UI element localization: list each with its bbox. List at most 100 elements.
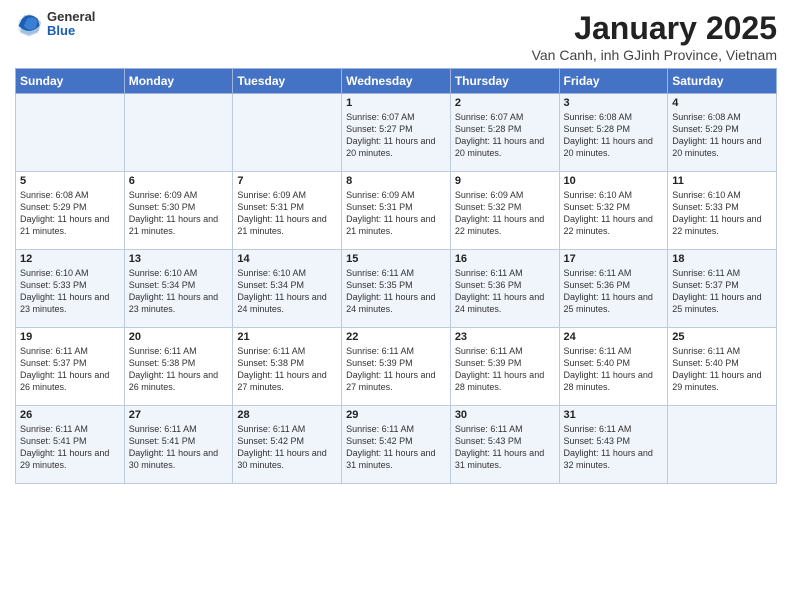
calendar-cell: 8 Sunrise: 6:09 AM Sunset: 5:31 PM Daylig…: [342, 172, 451, 250]
day-number: 13: [129, 253, 229, 265]
col-header-tuesday: Tuesday: [233, 69, 342, 94]
calendar-cell: 22 Sunrise: 6:11 AM Sunset: 5:39 PM Dayli…: [342, 328, 451, 406]
calendar-cell: 19 Sunrise: 6:11 AM Sunset: 5:37 PM Dayli…: [16, 328, 125, 406]
calendar-cell: 5Sunrise: 6:08 AM Sunset: 5:29 PM Daylig…: [16, 172, 125, 250]
day-number: 17: [564, 253, 664, 265]
day-info: Sunrise: 6:11 AM Sunset: 5:35 PM Dayligh…: [346, 267, 446, 316]
day-info: Sunrise: 6:09 AM Sunset: 5:32 PM Dayligh…: [455, 189, 555, 238]
day-number: 22: [346, 331, 446, 343]
calendar-cell: 21 Sunrise: 6:11 AM Sunset: 5:38 PM Dayli…: [233, 328, 342, 406]
calendar-cell: 9Sunrise: 6:09 AM Sunset: 5:32 PM Daylig…: [450, 172, 559, 250]
col-header-wednesday: Wednesday: [342, 69, 451, 94]
day-info: Sunrise: 6:11 AM Sunset: 5:42 PM Dayligh…: [346, 423, 446, 472]
day-info: Sunrise: 6:08 AM Sunset: 5:28 PM Dayligh…: [564, 111, 664, 160]
day-info: Sunrise: 6:09 AM Sunset: 5:31 PM Dayligh…: [237, 189, 337, 238]
day-info: Sunrise: 6:11 AM Sunset: 5:37 PM Dayligh…: [672, 267, 772, 316]
month-title: January 2025: [532, 10, 777, 47]
day-number: 16: [455, 253, 555, 265]
day-number: 21: [237, 331, 337, 343]
logo-blue: Blue: [47, 24, 95, 38]
calendar-cell: [124, 94, 233, 172]
week-row-0: 1Sunrise: 6:07 AM Sunset: 5:27 PM Daylig…: [16, 94, 777, 172]
logo-icon: [15, 10, 43, 38]
day-number: 14: [237, 253, 337, 265]
calendar-cell: 4Sunrise: 6:08 AM Sunset: 5:29 PM Daylig…: [668, 94, 777, 172]
calendar-cell: [233, 94, 342, 172]
day-number: 28: [237, 409, 337, 421]
week-row-1: 5Sunrise: 6:08 AM Sunset: 5:29 PM Daylig…: [16, 172, 777, 250]
calendar-cell: 26Sunrise: 6:11 AM Sunset: 5:41 PM Dayli…: [16, 406, 125, 484]
day-number: 18: [672, 253, 772, 265]
calendar-cell: 7 Sunrise: 6:09 AM Sunset: 5:31 PM Daylig…: [233, 172, 342, 250]
calendar-cell: 18 Sunrise: 6:11 AM Sunset: 5:37 PM Dayli…: [668, 250, 777, 328]
calendar-cell: 17Sunrise: 6:11 AM Sunset: 5:36 PM Dayli…: [559, 250, 668, 328]
calendar-cell: 11 Sunrise: 6:10 AM Sunset: 5:33 PM Dayli…: [668, 172, 777, 250]
calendar-table: SundayMondayTuesdayWednesdayThursdayFrid…: [15, 68, 777, 484]
col-header-monday: Monday: [124, 69, 233, 94]
day-number: 19: [20, 331, 120, 343]
header-row: SundayMondayTuesdayWednesdayThursdayFrid…: [16, 69, 777, 94]
day-number: 23: [455, 331, 555, 343]
calendar-cell: [668, 406, 777, 484]
calendar-cell: [16, 94, 125, 172]
week-row-3: 19 Sunrise: 6:11 AM Sunset: 5:37 PM Dayli…: [16, 328, 777, 406]
day-number: 11: [672, 175, 772, 187]
calendar-cell: 30 Sunrise: 6:11 AM Sunset: 5:43 PM Dayli…: [450, 406, 559, 484]
day-number: 2: [455, 97, 555, 109]
calendar-cell: 3 Sunrise: 6:08 AM Sunset: 5:28 PM Daylig…: [559, 94, 668, 172]
day-number: 3: [564, 97, 664, 109]
day-info: Sunrise: 6:10 AM Sunset: 5:34 PM Dayligh…: [129, 267, 229, 316]
day-number: 25: [672, 331, 772, 343]
day-info: Sunrise: 6:11 AM Sunset: 5:36 PM Dayligh…: [455, 267, 555, 316]
logo: General Blue: [15, 10, 95, 39]
day-info: Sunrise: 6:11 AM Sunset: 5:39 PM Dayligh…: [346, 345, 446, 394]
day-number: 27: [129, 409, 229, 421]
calendar-cell: 31Sunrise: 6:11 AM Sunset: 5:43 PM Dayli…: [559, 406, 668, 484]
day-info: Sunrise: 6:11 AM Sunset: 5:41 PM Dayligh…: [20, 423, 120, 472]
col-header-saturday: Saturday: [668, 69, 777, 94]
title-block: January 2025 Van Canh, inh GJinh Provinc…: [532, 10, 777, 63]
day-number: 24: [564, 331, 664, 343]
day-info: Sunrise: 6:08 AM Sunset: 5:29 PM Dayligh…: [20, 189, 120, 238]
day-info: Sunrise: 6:11 AM Sunset: 5:43 PM Dayligh…: [455, 423, 555, 472]
day-info: Sunrise: 6:11 AM Sunset: 5:38 PM Dayligh…: [129, 345, 229, 394]
calendar-cell: 29 Sunrise: 6:11 AM Sunset: 5:42 PM Dayli…: [342, 406, 451, 484]
day-info: Sunrise: 6:11 AM Sunset: 5:40 PM Dayligh…: [564, 345, 664, 394]
page-container: General Blue January 2025 Van Canh, inh …: [0, 0, 792, 494]
day-number: 8: [346, 175, 446, 187]
day-number: 4: [672, 97, 772, 109]
calendar-cell: 12Sunrise: 6:10 AM Sunset: 5:33 PM Dayli…: [16, 250, 125, 328]
day-info: Sunrise: 6:07 AM Sunset: 5:28 PM Dayligh…: [455, 111, 555, 160]
calendar-cell: 14Sunrise: 6:10 AM Sunset: 5:34 PM Dayli…: [233, 250, 342, 328]
day-number: 6: [129, 175, 229, 187]
logo-general: General: [47, 10, 95, 24]
day-info: Sunrise: 6:11 AM Sunset: 5:37 PM Dayligh…: [20, 345, 120, 394]
day-info: Sunrise: 6:10 AM Sunset: 5:33 PM Dayligh…: [672, 189, 772, 238]
week-row-2: 12Sunrise: 6:10 AM Sunset: 5:33 PM Dayli…: [16, 250, 777, 328]
day-info: Sunrise: 6:11 AM Sunset: 5:40 PM Dayligh…: [672, 345, 772, 394]
calendar-cell: 1Sunrise: 6:07 AM Sunset: 5:27 PM Daylig…: [342, 94, 451, 172]
col-header-sunday: Sunday: [16, 69, 125, 94]
calendar-cell: 20 Sunrise: 6:11 AM Sunset: 5:38 PM Dayli…: [124, 328, 233, 406]
day-number: 29: [346, 409, 446, 421]
calendar-cell: 2 Sunrise: 6:07 AM Sunset: 5:28 PM Daylig…: [450, 94, 559, 172]
week-row-4: 26Sunrise: 6:11 AM Sunset: 5:41 PM Dayli…: [16, 406, 777, 484]
header: General Blue January 2025 Van Canh, inh …: [15, 10, 777, 63]
day-info: Sunrise: 6:09 AM Sunset: 5:31 PM Dayligh…: [346, 189, 446, 238]
day-info: Sunrise: 6:11 AM Sunset: 5:41 PM Dayligh…: [129, 423, 229, 472]
calendar-cell: 15 Sunrise: 6:11 AM Sunset: 5:35 PM Dayli…: [342, 250, 451, 328]
day-number: 7: [237, 175, 337, 187]
calendar-cell: 16 Sunrise: 6:11 AM Sunset: 5:36 PM Dayli…: [450, 250, 559, 328]
day-info: Sunrise: 6:10 AM Sunset: 5:32 PM Dayligh…: [564, 189, 664, 238]
location-title: Van Canh, inh GJinh Province, Vietnam: [532, 47, 777, 63]
calendar-cell: 27 Sunrise: 6:11 AM Sunset: 5:41 PM Dayli…: [124, 406, 233, 484]
day-info: Sunrise: 6:07 AM Sunset: 5:27 PM Dayligh…: [346, 111, 446, 160]
day-number: 30: [455, 409, 555, 421]
day-number: 15: [346, 253, 446, 265]
calendar-cell: 24 Sunrise: 6:11 AM Sunset: 5:40 PM Dayli…: [559, 328, 668, 406]
day-info: Sunrise: 6:11 AM Sunset: 5:42 PM Dayligh…: [237, 423, 337, 472]
day-number: 12: [20, 253, 120, 265]
day-info: Sunrise: 6:11 AM Sunset: 5:38 PM Dayligh…: [237, 345, 337, 394]
calendar-cell: 28 Sunrise: 6:11 AM Sunset: 5:42 PM Dayli…: [233, 406, 342, 484]
day-number: 20: [129, 331, 229, 343]
